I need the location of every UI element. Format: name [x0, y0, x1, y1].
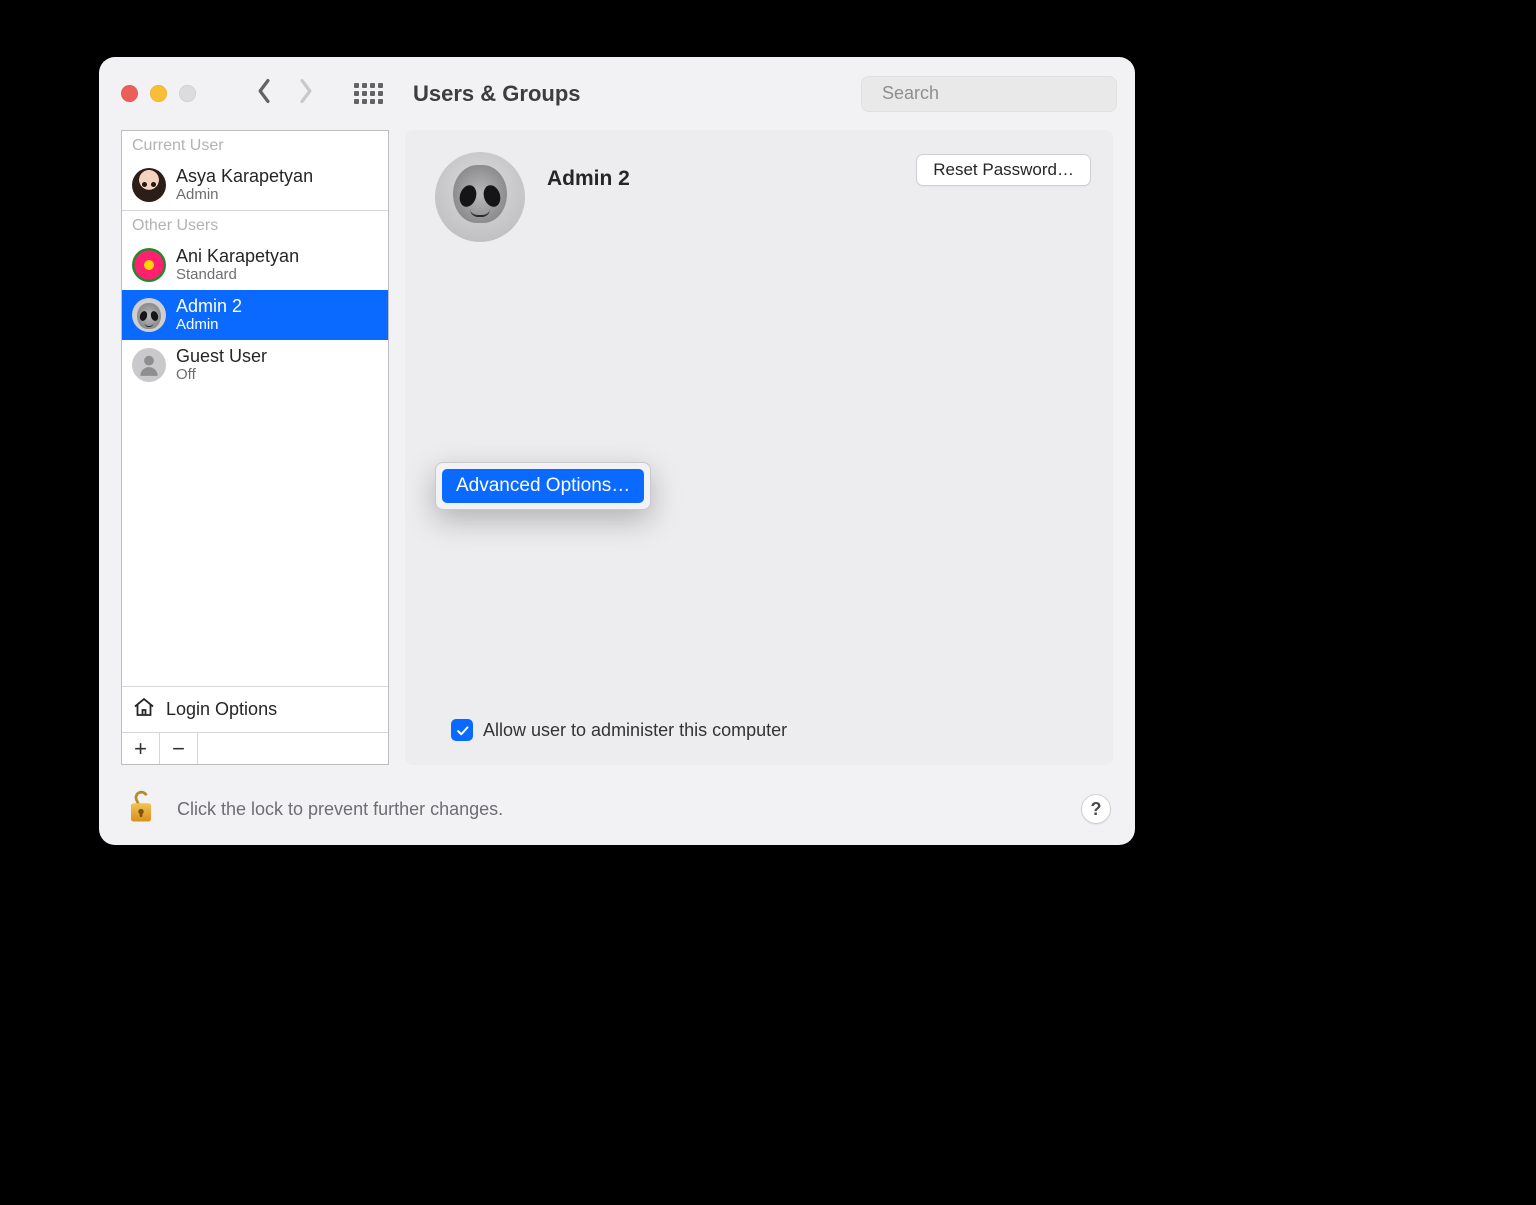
- user-name-label: Admin 2: [176, 297, 242, 317]
- chevron-left-icon: [256, 78, 272, 104]
- selected-user-name: Admin 2: [547, 167, 894, 191]
- other-users-header: Other Users: [122, 211, 388, 240]
- user-name-label: Ani Karapetyan: [176, 247, 299, 267]
- remove-user-button[interactable]: −: [160, 733, 198, 764]
- person-icon: [136, 352, 162, 378]
- user-role-label: Standard: [176, 267, 299, 284]
- spacer: [122, 390, 388, 686]
- check-icon: [455, 723, 470, 738]
- alien-icon: [137, 303, 161, 327]
- forward-button: [298, 78, 314, 109]
- footer: Click the lock to prevent further change…: [99, 781, 1135, 845]
- avatar-icon: [132, 168, 166, 202]
- window-title: Users & Groups: [413, 81, 847, 107]
- user-text: Ani Karapetyan Standard: [176, 247, 299, 283]
- login-options-row[interactable]: Login Options: [122, 686, 388, 732]
- user-text: Asya Karapetyan Admin: [176, 167, 313, 203]
- admin-checkbox[interactable]: [451, 719, 473, 741]
- user-text: Admin 2 Admin: [176, 297, 242, 333]
- body: Current User Asya Karapetyan Admin Other…: [99, 130, 1135, 781]
- user-name-label: Guest User: [176, 347, 267, 367]
- users-sidebar: Current User Asya Karapetyan Admin Other…: [121, 130, 389, 765]
- sidebar-user-current[interactable]: Asya Karapetyan Admin: [122, 160, 388, 210]
- preferences-window: Users & Groups Current User Asya Karapet…: [99, 57, 1135, 845]
- user-role-label: Admin: [176, 187, 313, 204]
- user-name-label: Asya Karapetyan: [176, 167, 313, 187]
- search-field-wrapper[interactable]: [861, 76, 1117, 112]
- fullscreen-window-button: [179, 85, 196, 102]
- sidebar-user-guest[interactable]: Guest User Off: [122, 340, 388, 390]
- close-window-button[interactable]: [121, 85, 138, 102]
- lock-hint-text: Click the lock to prevent further change…: [177, 799, 503, 820]
- spacer: [198, 733, 388, 764]
- user-role-label: Admin: [176, 317, 242, 334]
- toolbar: Users & Groups: [99, 57, 1135, 130]
- login-options-label: Login Options: [166, 699, 277, 720]
- nav-arrows: [256, 78, 314, 109]
- question-mark-icon: ?: [1091, 799, 1102, 820]
- admin-checkbox-row[interactable]: Allow user to administer this computer: [435, 719, 1091, 745]
- avatar-icon: [132, 298, 166, 332]
- sidebar-user-admin2[interactable]: Admin 2 Admin: [122, 290, 388, 340]
- house-icon: [132, 695, 156, 724]
- user-role-label: Off: [176, 367, 267, 384]
- menu-item-advanced-options[interactable]: Advanced Options…: [442, 469, 644, 503]
- add-remove-bar: + −: [122, 732, 388, 764]
- window-controls: [121, 85, 196, 102]
- search-input[interactable]: [880, 82, 1116, 105]
- avatar-icon: [132, 248, 166, 282]
- sidebar-user-ani[interactable]: Ani Karapetyan Standard: [122, 240, 388, 290]
- lock-button[interactable]: [123, 787, 159, 832]
- chevron-right-icon: [298, 78, 314, 104]
- reset-password-button[interactable]: Reset Password…: [916, 154, 1091, 186]
- add-user-button[interactable]: +: [122, 733, 160, 764]
- context-menu: Advanced Options…: [435, 462, 651, 510]
- user-text: Guest User Off: [176, 347, 267, 383]
- admin-checkbox-label: Allow user to administer this computer: [483, 720, 787, 741]
- show-all-button[interactable]: [354, 83, 383, 104]
- minimize-window-button[interactable]: [150, 85, 167, 102]
- alien-icon: [453, 165, 507, 229]
- back-button[interactable]: [256, 78, 272, 109]
- help-button[interactable]: ?: [1081, 794, 1111, 824]
- avatar-icon: [132, 348, 166, 382]
- user-header: Admin 2 Reset Password…: [435, 152, 1091, 242]
- current-user-header: Current User: [122, 131, 388, 160]
- user-detail-panel: Admin 2 Reset Password… Allow user to ad…: [405, 130, 1113, 765]
- user-avatar[interactable]: [435, 152, 525, 242]
